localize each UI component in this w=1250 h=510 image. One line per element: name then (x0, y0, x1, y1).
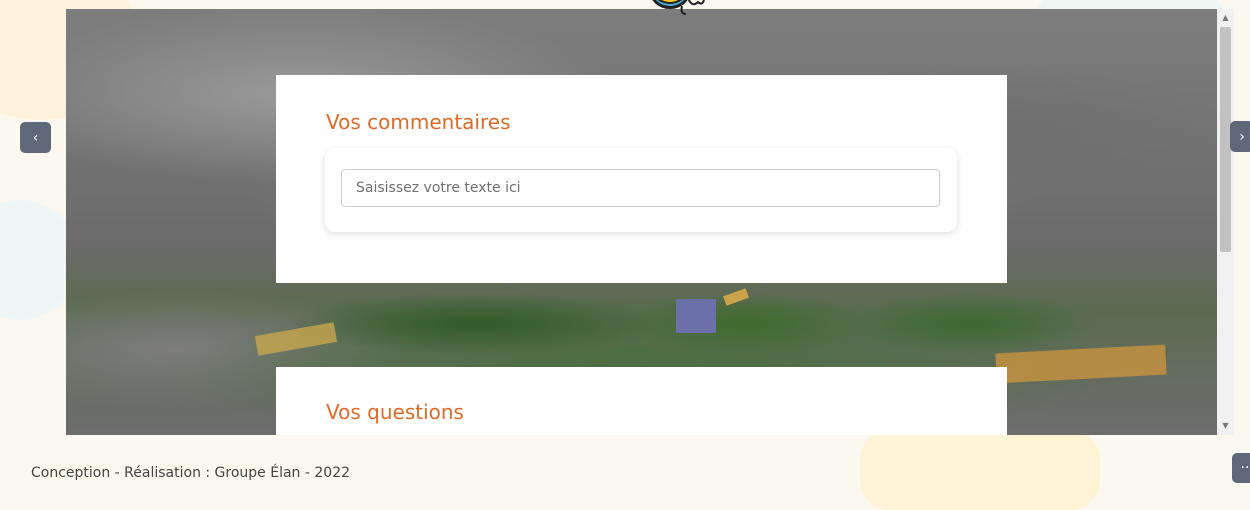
more-options-button[interactable]: ·· (1232, 453, 1250, 483)
carousel-prev-button[interactable]: ‹ (20, 122, 51, 153)
slide-frame: Vos commentaires Vos questions (66, 9, 1217, 435)
carousel-next-button[interactable]: › (1230, 121, 1250, 152)
scroll-down-arrow-icon[interactable]: ▼ (1217, 419, 1234, 433)
bee-mascot-icon (652, 0, 705, 15)
scroll-up-arrow-icon[interactable]: ▲ (1217, 11, 1234, 25)
questions-card: Vos questions (276, 367, 1007, 435)
comment-input[interactable] (341, 169, 940, 207)
chevron-left-icon: ‹ (32, 129, 39, 146)
aerial-photo-building (676, 299, 716, 333)
comment-field-container (325, 148, 957, 232)
questions-title: Vos questions (326, 400, 464, 424)
comments-title: Vos commentaires (326, 110, 511, 134)
chevron-right-icon: › (1239, 128, 1245, 145)
scrollbar[interactable]: ▲ ▼ (1217, 9, 1234, 435)
background-shape (860, 430, 1100, 510)
comments-card: Vos commentaires (276, 75, 1007, 283)
more-dots-icon: ·· (1240, 460, 1250, 476)
aerial-photo-color-area (206, 269, 1106, 379)
footer-credit: Conception - Réalisation : Groupe Élan -… (31, 465, 351, 481)
